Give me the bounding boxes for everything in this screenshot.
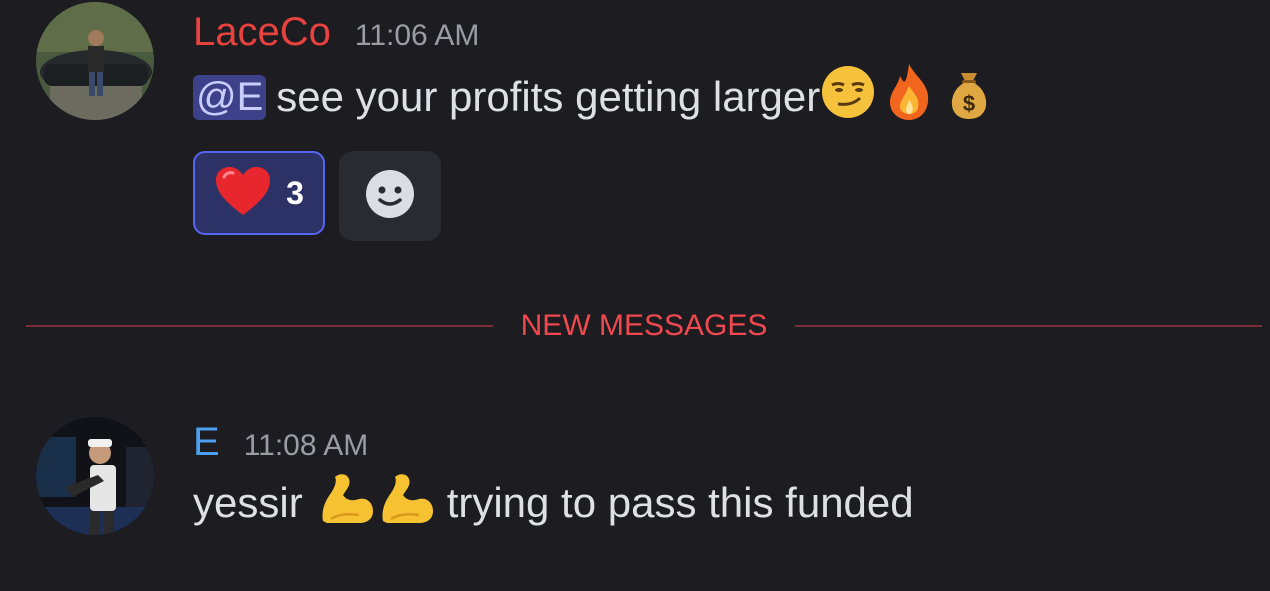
message-text: trying to pass this funded [446, 479, 914, 526]
new-messages-divider: NEW MESSAGES [26, 306, 1262, 346]
reaction-count: 3 [286, 174, 304, 211]
timestamp: 11:06 AM [354, 19, 480, 52]
svg-text:$: $ [963, 91, 975, 116]
reaction-heart-button[interactable]: 3 [193, 151, 325, 235]
message-content: @E see your profits getting larger $ [193, 64, 994, 126]
message-text: see your profits getting larger [276, 73, 821, 120]
add-reaction-button[interactable] [339, 151, 441, 241]
new-messages-label: NEW MESSAGES [520, 309, 768, 342]
flexed-biceps-emoji [377, 471, 435, 535]
smirk-emoji [820, 64, 876, 130]
author-name[interactable]: E [193, 420, 220, 465]
timestamp: 11:08 AM [243, 429, 369, 462]
avatar[interactable] [36, 2, 154, 120]
divider-line [26, 325, 493, 327]
flexed-biceps-emoji [317, 471, 375, 535]
author-name[interactable]: LaceCo [193, 10, 331, 55]
message-content: yessir trying to pass this funded [193, 474, 914, 532]
smiley-icon [364, 168, 416, 225]
message-text: yessir [193, 479, 303, 526]
avatar[interactable] [36, 417, 154, 535]
money-bag-emoji: $ [944, 63, 994, 131]
red-heart-emoji [214, 165, 272, 222]
user-mention[interactable]: @E [193, 74, 267, 120]
divider-line [795, 325, 1262, 327]
fire-emoji [882, 62, 936, 132]
